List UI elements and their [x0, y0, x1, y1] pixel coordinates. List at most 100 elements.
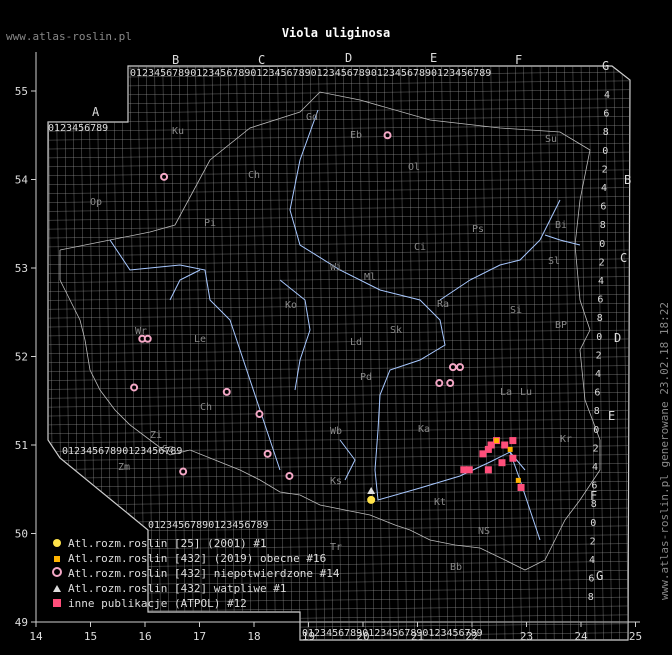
atpol-column-letter: G [602, 59, 609, 73]
region-label: Pd [360, 372, 372, 383]
record-unconfirmed [143, 334, 152, 343]
lat-tick-label: 51 [15, 439, 28, 452]
atpol-row-letter: E [608, 409, 615, 423]
grid-line [392, 66, 399, 640]
lon-tick-label: 24 [574, 630, 588, 643]
region-label: Ch [200, 402, 212, 413]
yellow-dot-icon [50, 536, 64, 551]
record-doubtful [367, 487, 376, 495]
atpol-column-letter: D [345, 51, 352, 65]
river [109, 239, 281, 471]
grid-line [48, 312, 630, 319]
lat-tick-label: 52 [15, 351, 28, 364]
region-label: Kt [434, 497, 446, 508]
grid-line [351, 66, 358, 640]
atpol-side-digit: 4 [601, 183, 607, 194]
atpol-side-digit: 4 [589, 555, 595, 566]
grid-line [48, 614, 630, 621]
grid-line [48, 320, 630, 328]
triangle-icon [50, 581, 64, 596]
atpol-side-digit: 2 [593, 443, 599, 454]
grid-line [523, 66, 530, 640]
atpol-row-letter: B [624, 173, 631, 187]
record-present [494, 438, 500, 444]
legend-label: Atl.rozm.roslin [432] niepotwierdzone #1… [68, 567, 340, 580]
record-unconfirmed [130, 383, 139, 392]
atpol-side-digit: 6 [588, 574, 594, 585]
atpol-digit-row: 012345678901234567890123456789 [302, 628, 483, 639]
region-label: Ci [414, 242, 426, 253]
atpol-side-digit: 8 [600, 220, 606, 231]
record-unconfirmed [179, 467, 188, 476]
atpol-side-digit: 8 [591, 499, 597, 510]
lon-tick-label: 14 [29, 630, 43, 643]
lat-tick-label: 53 [15, 262, 28, 275]
lon-tick-label: 18 [247, 630, 260, 643]
lat-tick-label: 55 [15, 85, 28, 98]
grid-line [384, 66, 391, 640]
grid-line [48, 196, 630, 203]
region-label: Eb [350, 130, 362, 141]
grid-line [457, 66, 465, 640]
legend-item: Atl.rozm.roslin [432] (2019) obecne #16 [50, 551, 340, 566]
grid-line [48, 525, 630, 532]
record-unconfirmed [446, 379, 455, 388]
grid-line [48, 125, 630, 132]
legend-label: inne publikacje (ATPOL) #12 [68, 597, 247, 610]
grid-line [48, 436, 630, 443]
region-label: Su [545, 134, 557, 145]
grid-line [539, 66, 547, 640]
grid-line [48, 285, 630, 292]
grid-line [564, 66, 571, 640]
site-link-top[interactable]: www.atlas-roslin.pl [6, 30, 132, 43]
region-label: Ch [248, 170, 260, 181]
atpol-digit-row: 01234567890123456789 [148, 520, 268, 531]
grid-line [48, 151, 630, 159]
grid-line [48, 516, 630, 524]
grid-line [48, 409, 630, 417]
grid-line [367, 66, 374, 640]
grid-line [48, 80, 630, 87]
atpol-column-letter: E [430, 51, 437, 65]
atpol-side-digit: 0 [596, 332, 602, 343]
record-atpol [498, 459, 506, 467]
legend-item: Atl.rozm.roslin [25] (2001) #1 [50, 536, 340, 551]
grid-line [48, 205, 630, 212]
atpol-side-digit: 6 [603, 109, 609, 120]
grid-line [498, 66, 506, 640]
legend-item: Atl.rozm.roslin [432] niepotwierdzone #1… [50, 566, 340, 581]
grid-line [48, 89, 630, 96]
lon-tick-label: 25 [629, 630, 642, 643]
grid-line [48, 294, 630, 301]
region-label: Sk [390, 325, 402, 336]
grid-line [48, 303, 630, 310]
atpol-side-digit: 4 [595, 369, 601, 380]
atpol-digit-row: 0123456789012345678901234567890123456789… [130, 68, 491, 79]
record-atpol [484, 466, 492, 474]
lat-tick-label: 50 [15, 528, 28, 541]
grid-line [630, 60, 636, 642]
record-unconfirmed [285, 471, 294, 480]
pink-ring-icon [50, 566, 64, 581]
lat-tick-label: 54 [15, 174, 29, 187]
region-label: Lu [520, 387, 532, 398]
atpol-side-digit: 6 [597, 295, 603, 306]
region-label: Ka [418, 424, 430, 435]
grid-line [548, 66, 555, 640]
record-atpol [484, 445, 492, 453]
atpol-side-digit: 4 [604, 90, 610, 101]
grid-line [613, 66, 620, 640]
pink-square-icon [50, 596, 64, 611]
lon-tick-label: 16 [138, 630, 151, 643]
river [339, 439, 356, 481]
atpol-side-digit: 8 [603, 127, 609, 138]
lon-tick-label: 17 [193, 630, 206, 643]
region-label: NS [478, 526, 490, 537]
grid-line [474, 66, 481, 640]
river [169, 269, 201, 301]
grid-line [482, 66, 489, 640]
record-atpol [517, 483, 525, 491]
region-label: Pi [204, 218, 216, 229]
atpol-side-digit: 0 [599, 239, 605, 250]
atpol-side-digit: 2 [590, 536, 596, 547]
